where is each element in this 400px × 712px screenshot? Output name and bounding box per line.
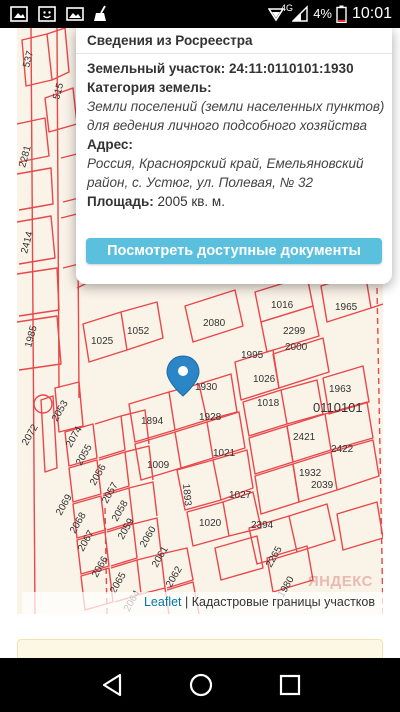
view-documents-button[interactable]: Посмотреть доступные документы: [86, 238, 382, 264]
parcel-label: 2080: [203, 318, 226, 329]
area-value: 2005 кв. м.: [157, 194, 225, 209]
parcel-label: 2060: [138, 524, 159, 549]
parcel-label: 1016: [271, 300, 294, 311]
parcel-label: 2056: [88, 462, 109, 487]
face-notification-icon: [38, 6, 56, 22]
parcel-label: 1985: [23, 324, 39, 349]
parcel-label: 1025: [91, 336, 114, 347]
category-line-1: Земли поселений (земли населенных пункто…: [87, 99, 385, 114]
attribution-text: Кадастровые границы участков: [191, 595, 375, 609]
category-label: Категория земель:: [87, 80, 212, 95]
clock: 10:01: [351, 5, 392, 22]
parcel-label: 1052: [127, 326, 150, 337]
navigation-bar: [0, 658, 400, 712]
status-bar: 4G 4% 10:01: [0, 0, 400, 28]
parcel-label: 2057: [100, 480, 121, 505]
parcel-label: 1018: [257, 398, 280, 409]
popup-divider: [76, 53, 392, 54]
address-label: Адрес:: [87, 137, 133, 152]
parcel-label: 2074: [64, 424, 85, 449]
address-line-1: Россия, Красноярский край, Емельяновский: [87, 156, 364, 171]
parcel-label: 2421: [293, 432, 316, 443]
parcel-label: 2000: [285, 342, 308, 353]
parcel-label: 1928: [199, 412, 222, 423]
map-attribution: Leaflet | Кадастровые границы участков: [21, 592, 383, 614]
webview-page: 537 515 2281 2414 1985 1025 1052 2080 10…: [0, 28, 400, 658]
battery-percent: 4%: [313, 6, 332, 21]
recents-square-icon[interactable]: [278, 672, 302, 698]
rosreestr-popup: Сведения из Росреестра Земельный участок…: [76, 28, 392, 284]
back-triangle-icon[interactable]: [100, 672, 124, 698]
parcel-label: 2394: [251, 520, 274, 531]
category-line-2: для ведения личного подсобного хозяйства: [87, 118, 367, 133]
parcel-label: 1932: [299, 468, 322, 479]
yandex-watermark: ЯНДЕКС: [307, 573, 373, 590]
parcel-label: 2039: [311, 480, 334, 491]
parcel-label: 2299: [283, 326, 306, 337]
parcel-number-row: Земельный участок: 24:11:0110101:1930: [87, 59, 354, 78]
parcel-value: 24:11:0110101:1930: [228, 61, 354, 76]
parcel-label: 2055: [74, 442, 95, 467]
home-circle-icon[interactable]: [188, 672, 214, 698]
parcel-label: 1021: [213, 448, 236, 459]
parcel-label: 1020: [199, 518, 222, 529]
attribution-separator: |: [185, 595, 189, 609]
parcel-label: 1893: [180, 483, 193, 507]
parcel-label: 2061: [150, 544, 171, 569]
quarter-label: 0110101: [313, 400, 363, 415]
parcel-label: 2072: [20, 422, 41, 447]
parcel-label: 1894: [141, 416, 164, 427]
parcel-label: 515: [51, 81, 66, 100]
parcel-label: 1026: [253, 374, 276, 385]
area-row: Площадь: 2005 кв. м.: [87, 192, 225, 211]
area-label: Площадь:: [87, 194, 154, 209]
popup-title: Сведения из Росреестра: [87, 33, 253, 48]
parcel-label: 1995: [241, 350, 264, 361]
image-notification-icon: [66, 7, 84, 21]
parcel-label: 1009: [147, 460, 170, 471]
parcel-label: Земельный участок:: [87, 61, 226, 76]
parcel-label: 1027: [229, 490, 252, 501]
battery-icon: [336, 5, 347, 23]
parcel-label: 1930: [195, 382, 218, 393]
parcel-label: 2414: [19, 230, 35, 255]
cell-signal-icon: [292, 5, 308, 22]
photo-notification-icon: [10, 6, 28, 22]
info-card: [17, 639, 383, 658]
address-line-2: район, с. Устюг, ул. Полевая, № 32: [87, 175, 314, 190]
parcel-label: 1965: [335, 302, 358, 313]
parcel-label: 2422: [331, 444, 354, 455]
broom-notification-icon: [94, 5, 106, 21]
leaflet-link[interactable]: Leaflet: [144, 595, 182, 609]
parcel-label: 1963: [329, 384, 352, 395]
